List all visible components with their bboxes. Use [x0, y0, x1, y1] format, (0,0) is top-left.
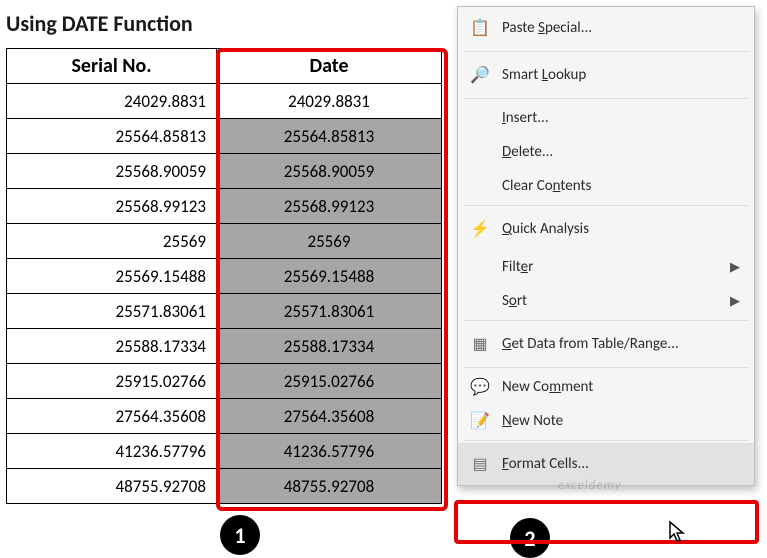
header-serial[interactable]: Serial No.	[7, 49, 217, 84]
menu-separator	[464, 205, 748, 206]
chevron-right-icon: ▶	[730, 294, 740, 309]
table-row: 25568.99123 25568.99123	[7, 189, 442, 224]
menu-label: Quick Analysis	[502, 220, 589, 238]
menu-insert[interactable]: Insert...	[458, 101, 754, 135]
cursor-pointer-icon	[668, 520, 688, 544]
header-date[interactable]: Date	[217, 49, 442, 84]
table-row: 25569 25569	[7, 224, 442, 259]
menu-delete[interactable]: Delete...	[458, 135, 754, 169]
format-cells-icon: ▤	[468, 454, 492, 474]
cell-date[interactable]: 25915.02766	[217, 364, 442, 399]
menu-smart-lookup[interactable]: 🔎 Smart Lookup	[458, 54, 754, 96]
cell-date[interactable]: 48755.92708	[217, 469, 442, 504]
cell-date[interactable]: 41236.57796	[217, 434, 442, 469]
table-icon: ▦	[468, 334, 492, 354]
chevron-right-icon: ▶	[730, 260, 740, 275]
table-row: 25569.15488 25569.15488	[7, 259, 442, 294]
comment-icon: 💬	[468, 377, 492, 397]
menu-format-cells[interactable]: ▤ Format Cells...	[458, 443, 754, 485]
cell-serial[interactable]: 25568.90059	[7, 154, 217, 189]
menu-separator	[464, 320, 748, 321]
menu-quick-analysis[interactable]: ⚡ Quick Analysis	[458, 208, 754, 250]
menu-label: New Comment	[502, 378, 593, 396]
context-menu: 📋 Paste Special... 🔎 Smart Lookup Insert…	[457, 6, 755, 486]
cell-date[interactable]: 24029.8831	[217, 84, 442, 119]
cell-date[interactable]: 25569.15488	[217, 259, 442, 294]
cell-date[interactable]: 25569	[217, 224, 442, 259]
menu-label: Filter	[502, 258, 533, 276]
table-row: 25564.85813 25564.85813	[7, 119, 442, 154]
table-row: 27564.35608 27564.35608	[7, 399, 442, 434]
menu-label: Format Cells...	[502, 455, 589, 473]
cell-serial[interactable]: 24029.8831	[7, 84, 217, 119]
table-row: 48755.92708 48755.92708	[7, 469, 442, 504]
menu-label: Clear Contents	[502, 177, 591, 195]
menu-label: New Note	[502, 412, 563, 430]
table-row: 25568.90059 25568.90059	[7, 154, 442, 189]
step-badge-1: 1	[220, 515, 260, 555]
menu-label: Paste Special...	[502, 19, 592, 37]
menu-filter[interactable]: Filter ▶	[458, 250, 754, 284]
menu-get-data[interactable]: ▦ Get Data from Table/Range...	[458, 323, 754, 365]
menu-label: Get Data from Table/Range...	[502, 335, 679, 353]
worksheet-table: Serial No. Date 24029.8831 24029.8831 25…	[6, 48, 442, 504]
cell-serial[interactable]: 25915.02766	[7, 364, 217, 399]
table-row: 25588.17334 25588.17334	[7, 329, 442, 364]
cell-date[interactable]: 25568.90059	[217, 154, 442, 189]
clipboard-icon: 📋	[468, 18, 492, 38]
note-icon: 📝	[468, 411, 492, 431]
menu-separator	[464, 367, 748, 368]
menu-paste-special[interactable]: 📋 Paste Special...	[458, 7, 754, 49]
menu-separator	[464, 440, 748, 441]
cell-serial[interactable]: 27564.35608	[7, 399, 217, 434]
menu-separator	[464, 51, 748, 52]
cell-serial[interactable]: 25569	[7, 224, 217, 259]
table-row: 25571.83061 25571.83061	[7, 294, 442, 329]
menu-label: Delete...	[502, 143, 553, 161]
page-title: Using DATE Function	[6, 10, 193, 37]
table-row: 25915.02766 25915.02766	[7, 364, 442, 399]
cell-serial[interactable]: 25588.17334	[7, 329, 217, 364]
menu-clear-contents[interactable]: Clear Contents	[458, 169, 754, 203]
cell-serial[interactable]: 25564.85813	[7, 119, 217, 154]
cell-serial[interactable]: 25568.99123	[7, 189, 217, 224]
menu-new-note[interactable]: 📝 New Note	[458, 404, 754, 438]
cell-date[interactable]: 25588.17334	[217, 329, 442, 364]
cell-serial[interactable]: 25571.83061	[7, 294, 217, 329]
search-icon: 🔎	[468, 65, 492, 85]
cell-date[interactable]: 25568.99123	[217, 189, 442, 224]
cell-date[interactable]: 25571.83061	[217, 294, 442, 329]
highlight-format-cells	[454, 500, 759, 544]
menu-separator	[464, 98, 748, 99]
menu-sort[interactable]: Sort ▶	[458, 284, 754, 318]
step-badge-2: 2	[510, 518, 550, 558]
cell-date[interactable]: 25564.85813	[217, 119, 442, 154]
cell-serial[interactable]: 41236.57796	[7, 434, 217, 469]
cell-date[interactable]: 27564.35608	[217, 399, 442, 434]
table-row: 24029.8831 24029.8831	[7, 84, 442, 119]
table-row: 41236.57796 41236.57796	[7, 434, 442, 469]
menu-label: Insert...	[502, 109, 549, 127]
cell-serial[interactable]: 25569.15488	[7, 259, 217, 294]
quick-analysis-icon: ⚡	[468, 219, 492, 239]
menu-new-comment[interactable]: 💬 New Comment	[458, 370, 754, 404]
menu-label: Smart Lookup	[502, 66, 586, 84]
cell-serial[interactable]: 48755.92708	[7, 469, 217, 504]
menu-label: Sort	[502, 292, 527, 310]
